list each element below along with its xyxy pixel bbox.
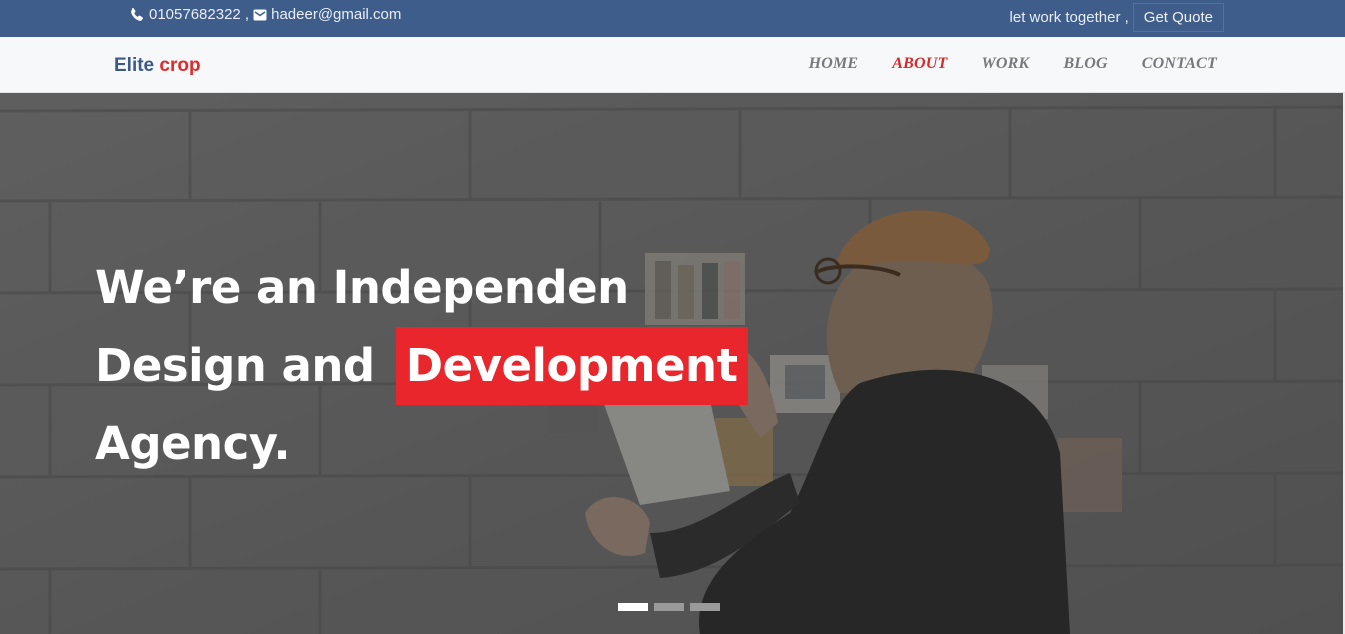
hero-line-2: Design and Development xyxy=(95,327,748,405)
nav-menu: HOME ABOUT WORK BLOG CONTACT xyxy=(775,55,1217,73)
envelope-icon xyxy=(253,8,267,22)
email-address: hadeer@gmail.com xyxy=(271,6,402,23)
phone-icon xyxy=(129,7,145,23)
nav-item-work[interactable]: WORK xyxy=(982,55,1030,73)
slide-indicator-1[interactable] xyxy=(618,603,648,611)
nav-item-blog[interactable]: BLOG xyxy=(1063,55,1107,73)
phone-contact[interactable]: 01057682322 , xyxy=(129,6,249,23)
brand-logo[interactable]: Elite crop xyxy=(114,55,201,77)
hero-line-3: Agency. xyxy=(95,417,291,470)
hero-highlight: Development xyxy=(395,327,748,405)
quote-area: let work together , Get Quote xyxy=(1010,3,1224,32)
hero-line-2-prefix: Design and xyxy=(95,339,375,392)
email-contact[interactable]: hadeer@gmail.com xyxy=(253,6,401,23)
hero-slider: We’re an Independen Design and Developme… xyxy=(0,93,1343,634)
get-quote-button[interactable]: Get Quote xyxy=(1132,3,1224,32)
contact-info: 01057682322 , hadeer@gmail.com xyxy=(129,6,403,23)
nav-item-about[interactable]: ABOUT xyxy=(892,55,947,73)
hero-headline: We’re an Independen Design and Developme… xyxy=(95,249,748,483)
top-contact-bar: 01057682322 , hadeer@gmail.com let work … xyxy=(0,0,1345,37)
hero-line-1: We’re an Independen xyxy=(95,261,629,314)
slide-indicator-3[interactable] xyxy=(690,603,720,611)
nav-item-contact[interactable]: CONTACT xyxy=(1142,55,1217,73)
brand-logo-part2: crop xyxy=(159,55,201,76)
tagline-text: let work together , xyxy=(1009,9,1129,26)
slider-indicators xyxy=(618,603,726,611)
slide-indicator-2[interactable] xyxy=(654,603,684,611)
main-navbar: Elite crop HOME ABOUT WORK BLOG CONTACT xyxy=(0,37,1345,93)
phone-number: 01057682322 , xyxy=(149,6,250,23)
brand-logo-part1: Elite xyxy=(114,55,155,76)
nav-item-home[interactable]: HOME xyxy=(809,55,859,73)
